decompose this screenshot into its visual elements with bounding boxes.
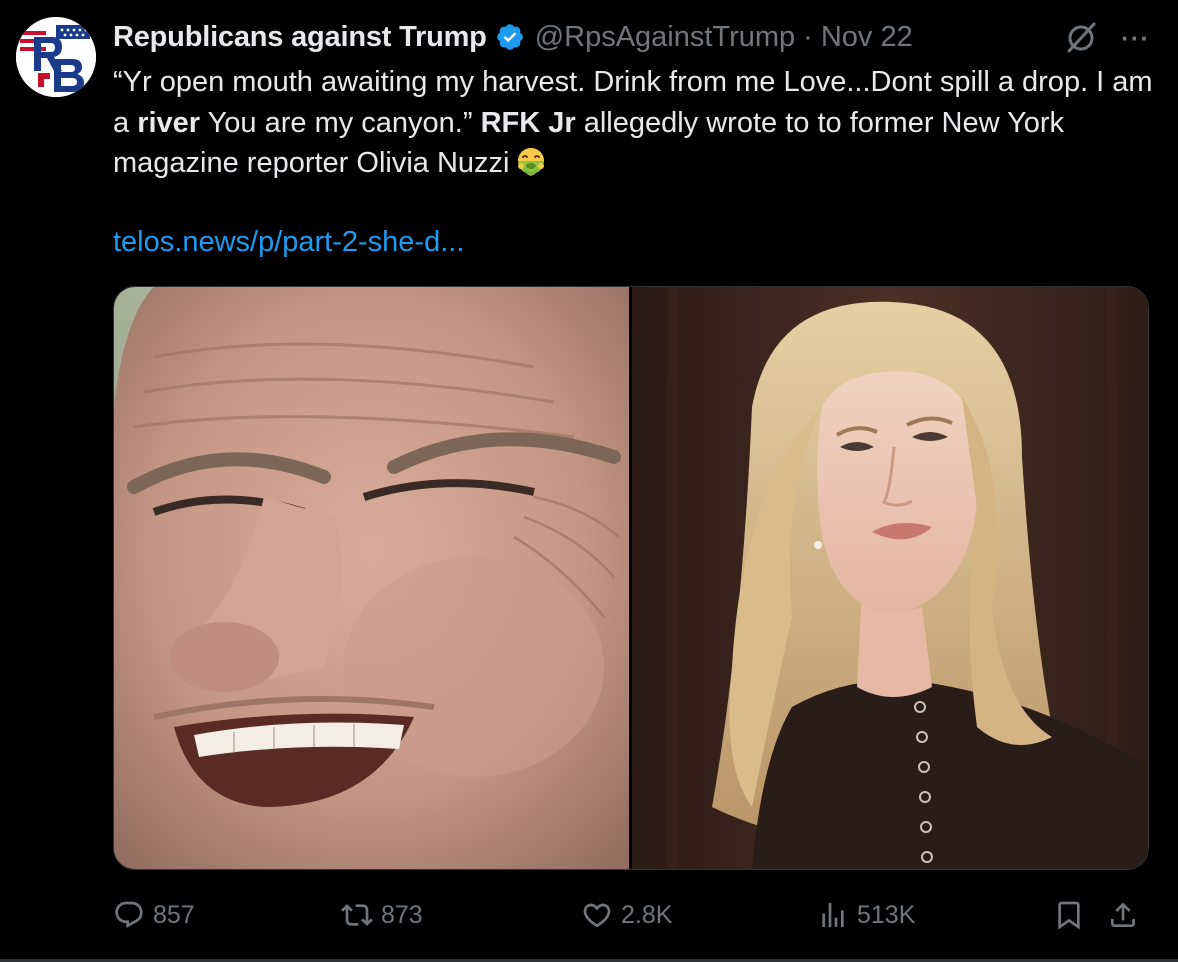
reply-button[interactable]: 857 <box>113 892 195 938</box>
tweet-date[interactable]: Nov 22 <box>821 21 913 54</box>
photo-woman-blonde[interactable] <box>632 287 1148 869</box>
tweet-text: “Yr open mouth awaiting my harvest. Drin… <box>113 62 1153 184</box>
grok-icon[interactable] <box>1063 20 1099 56</box>
repost-icon <box>341 904 373 926</box>
photo-man-smiling-image <box>114 287 629 869</box>
verified-badge-icon[interactable] <box>495 22 525 52</box>
tweet-link[interactable]: telos.news/p/part-2-she-d... <box>113 222 464 262</box>
separator-dot: · <box>803 20 813 53</box>
text-segment-bold: river <box>137 106 201 139</box>
text-segment: You are my canyon.” <box>200 106 481 139</box>
display-name[interactable]: Republicans against Trump <box>113 21 487 54</box>
reply-icon <box>115 901 143 928</box>
bookmark-button[interactable] <box>1053 892 1085 938</box>
views-button[interactable]: 513K <box>817 892 915 938</box>
share-button[interactable] <box>1107 892 1139 938</box>
views-icon <box>822 903 844 927</box>
tweet-top-actions: ··· <box>1063 20 1150 56</box>
bookmark-icon <box>1058 901 1080 930</box>
reply-count: 857 <box>153 900 195 929</box>
heart-icon <box>583 903 611 928</box>
photo-woman-blonde-image <box>632 287 1148 869</box>
like-button[interactable]: 2.8K <box>581 892 672 938</box>
tweet-media[interactable] <box>113 286 1149 870</box>
views-count: 513K <box>857 900 916 929</box>
repost-button[interactable]: 873 <box>341 892 423 938</box>
share-icon <box>1111 902 1135 927</box>
text-segment-bold: RFK Jr <box>480 106 576 139</box>
tweet-header: Republicans against Trump @RpsAgainstTru… <box>113 17 913 57</box>
photo-man-smiling[interactable] <box>114 287 629 869</box>
avatar[interactable] <box>16 17 96 97</box>
face-vomiting-emoji <box>518 148 545 176</box>
avatar-logo <box>16 17 96 97</box>
tweet-actions: 857 873 2.8K 513K <box>113 892 1153 938</box>
tweet[interactable]: Republicans against Trump @RpsAgainstTru… <box>0 0 1178 962</box>
author-handle[interactable]: @RpsAgainstTrump <box>535 21 795 54</box>
like-count: 2.8K <box>621 900 673 929</box>
repost-count: 873 <box>381 900 423 929</box>
more-icon[interactable]: ··· <box>1121 25 1150 51</box>
